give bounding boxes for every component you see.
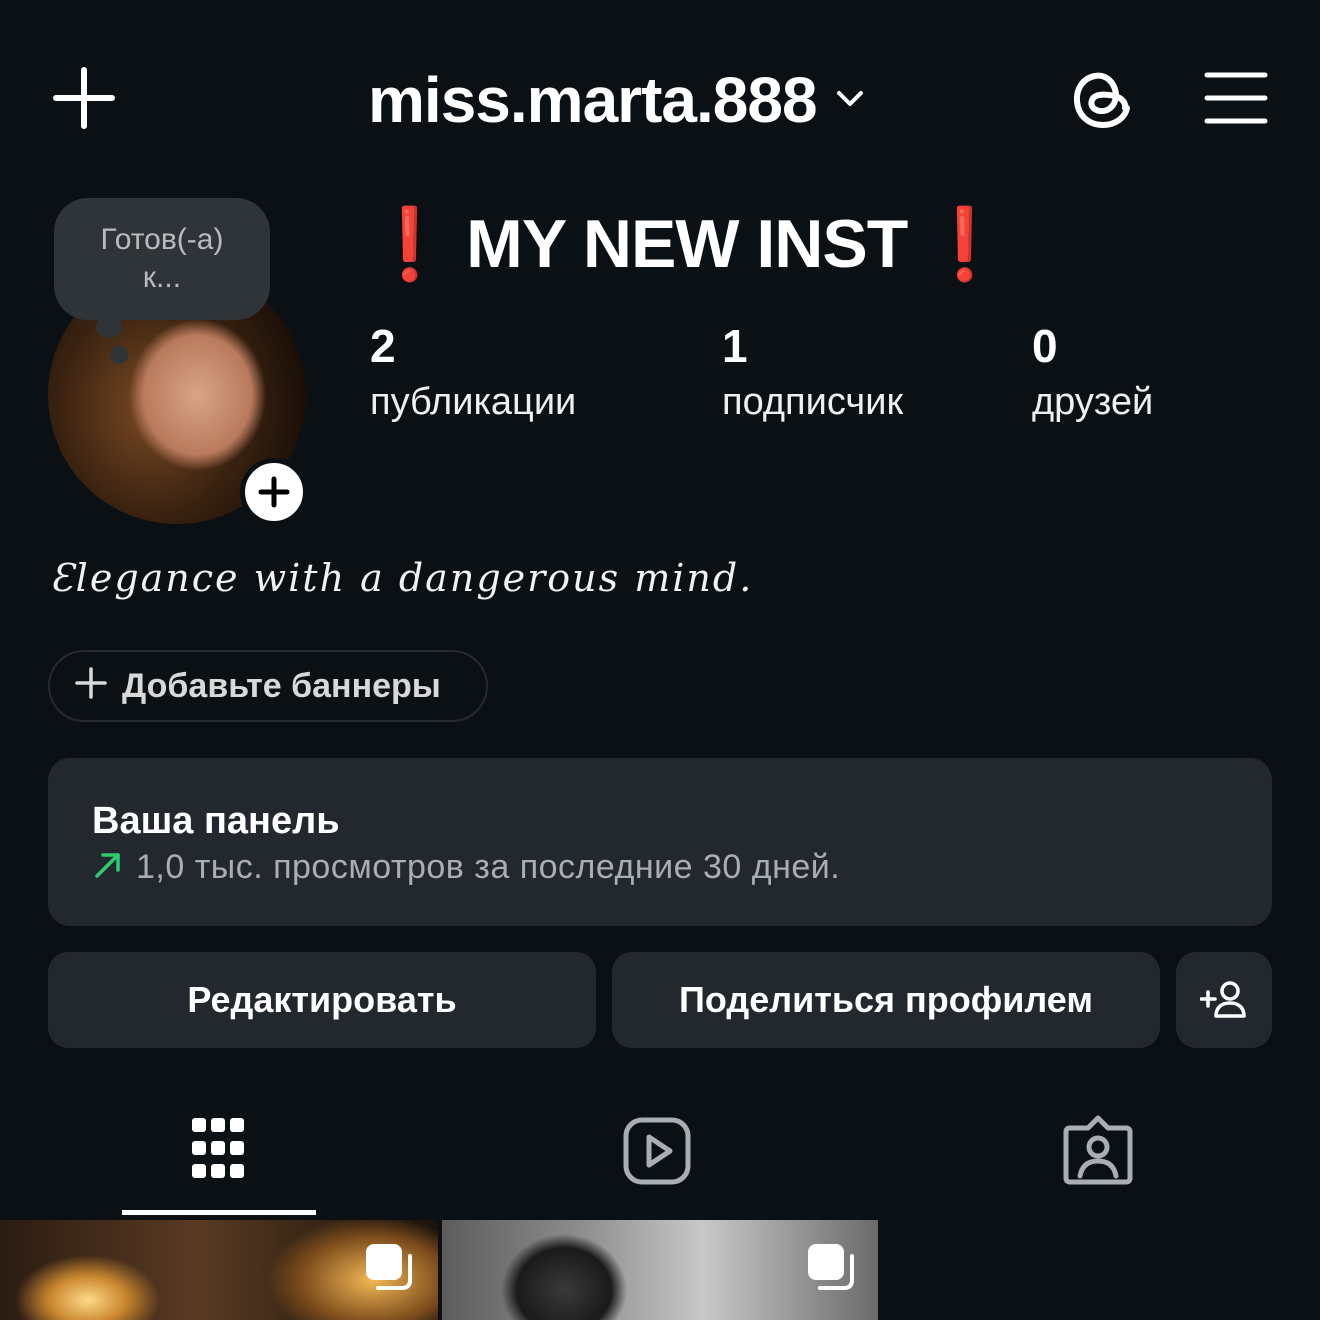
exclamation-emoji: ❗ xyxy=(366,205,453,283)
profile-page: miss.marta.888 Готов(-а) к... ❗ MY NEW I… xyxy=(0,0,1320,1320)
note-bubble-dot xyxy=(110,346,128,364)
reels-icon xyxy=(623,1117,691,1185)
dashboard-subtitle: 1,0 тыс. просмотров за последние 30 дней… xyxy=(92,848,840,887)
professional-dashboard[interactable]: Ваша панель 1,0 тыс. просмотров за после… xyxy=(48,758,1272,926)
add-person-icon xyxy=(1200,981,1246,1018)
stat-label: друзей xyxy=(1032,381,1154,423)
grid-icon xyxy=(192,1118,244,1178)
note-text-line1: Готов(-а) xyxy=(100,223,224,256)
share-profile-button[interactable]: Поделиться профилем xyxy=(612,952,1160,1048)
display-name-text: MY NEW INST xyxy=(466,206,908,282)
account-switcher[interactable]: miss.marta.888 xyxy=(368,62,867,138)
active-tab-indicator xyxy=(122,1210,316,1215)
dashboard-views-text: 1,0 тыс. просмотров за последние 30 дней… xyxy=(136,848,841,886)
stat-value: 2 xyxy=(370,320,396,372)
stat-followers[interactable]: 1 подписчик xyxy=(722,318,903,430)
stat-friends[interactable]: 0 друзей xyxy=(1032,318,1153,430)
plus-icon[interactable] xyxy=(52,66,116,130)
plus-icon xyxy=(258,476,290,508)
carousel-icon xyxy=(366,1244,412,1290)
tab-grid[interactable] xyxy=(182,1114,254,1190)
note-bubble[interactable]: Готов(-а) к... xyxy=(54,198,270,320)
tab-reels[interactable] xyxy=(622,1114,694,1190)
trend-up-arrow-icon xyxy=(92,849,124,886)
stat-value: 1 xyxy=(722,320,748,372)
grid-post[interactable] xyxy=(442,1220,878,1320)
tagged-icon xyxy=(1063,1115,1133,1185)
note-text-line2: к... xyxy=(142,261,182,294)
threads-icon[interactable] xyxy=(1068,64,1138,134)
add-banners-button[interactable]: Добавьте баннеры xyxy=(48,650,488,722)
chevron-down-icon xyxy=(833,81,867,120)
discover-people-button[interactable] xyxy=(1176,952,1272,1048)
add-banners-label: Добавьте баннеры xyxy=(122,666,441,705)
stat-label: публикации xyxy=(370,381,577,423)
username: miss.marta.888 xyxy=(368,64,818,136)
stat-label: подписчик xyxy=(722,381,904,423)
stat-value: 0 xyxy=(1032,320,1058,372)
hamburger-menu-icon[interactable] xyxy=(1204,70,1268,126)
stat-posts[interactable]: 2 публикации xyxy=(370,318,576,430)
carousel-icon xyxy=(808,1244,854,1290)
display-name: ❗ MY NEW INST ❗ xyxy=(366,204,1008,284)
edit-profile-button[interactable]: Редактировать xyxy=(48,952,596,1048)
plus-icon xyxy=(74,661,108,707)
add-story-button[interactable] xyxy=(240,458,308,526)
bio-text: Ɛlegance with a dangerous mind. xyxy=(50,556,754,600)
tab-tagged[interactable] xyxy=(1062,1114,1134,1190)
dashboard-title: Ваша панель xyxy=(92,800,340,842)
grid-post[interactable] xyxy=(0,1220,438,1320)
exclamation-emoji: ❗ xyxy=(921,205,1008,283)
